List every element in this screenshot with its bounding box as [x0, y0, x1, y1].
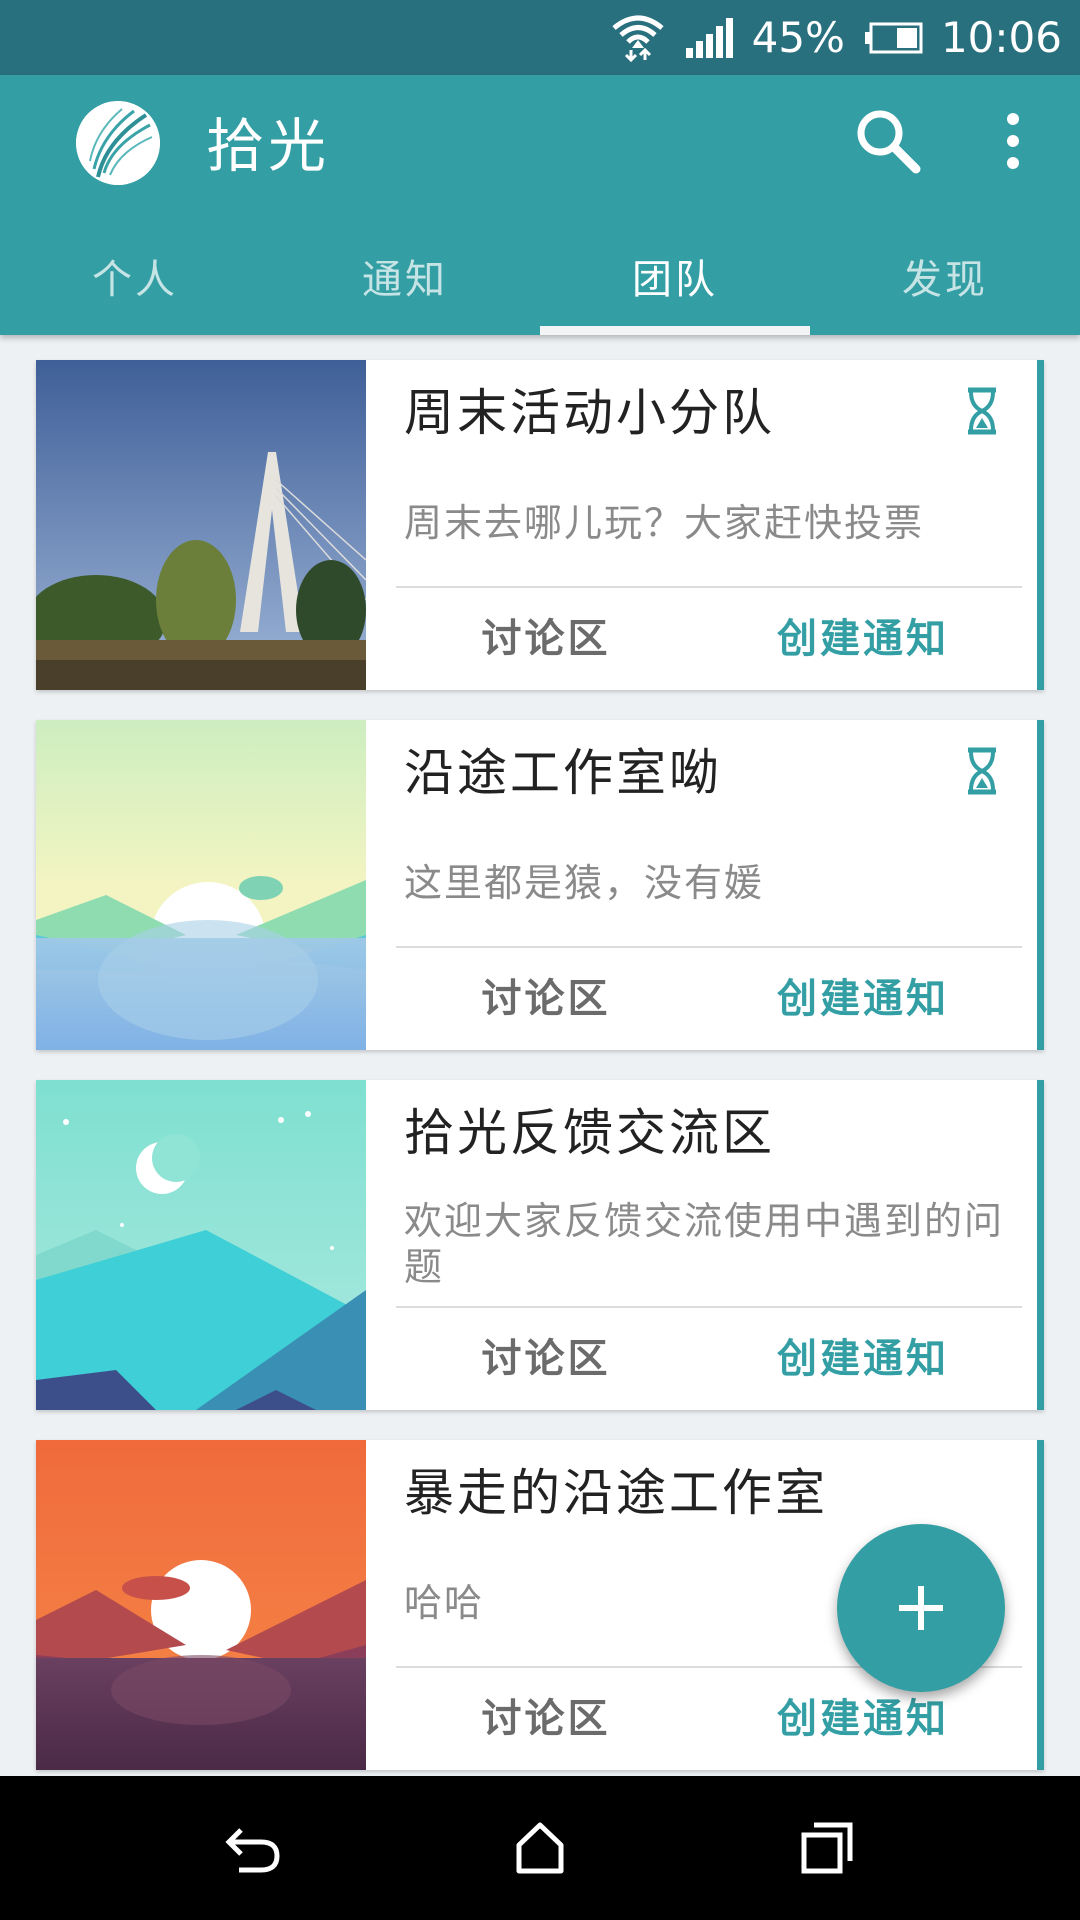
discussion-button[interactable]: 讨论区: [456, 596, 636, 682]
clock: 10:06: [940, 13, 1062, 62]
discussion-button[interactable]: 讨论区: [456, 956, 636, 1042]
more-vert-icon[interactable]: [990, 105, 1036, 177]
discussion-button[interactable]: 讨论区: [456, 1676, 636, 1762]
search-icon[interactable]: [852, 105, 924, 177]
card-accent-bar: [1037, 720, 1044, 1050]
create-notification-button[interactable]: 创建通知: [758, 956, 968, 1042]
team-description: 这里都是猿，没有媛: [404, 861, 765, 905]
signal-icon: [684, 17, 734, 58]
create-notification-button[interactable]: 创建通知: [758, 596, 968, 682]
team-image-sunset: [36, 1440, 366, 1770]
hourglass-icon: [962, 386, 1002, 436]
team-card[interactable]: 周末活动小分队 周末去哪儿玩？大家赶快投票 讨论区 创建通知: [36, 360, 1044, 690]
recents-icon[interactable]: [782, 1803, 872, 1893]
team-image-moon: [36, 1080, 366, 1410]
team-card-body: 沿途工作室呦 这里都是猿，没有媛 讨论区 创建通知: [366, 720, 1044, 1050]
team-title: 拾光反馈交流区: [404, 1104, 775, 1162]
add-icon: [899, 1586, 943, 1630]
tab-bar: 个人 通知 团队 发现: [0, 245, 1080, 335]
team-description: 周末去哪儿玩？大家赶快投票: [404, 501, 925, 545]
tab-team[interactable]: 团队: [540, 245, 810, 335]
discussion-button[interactable]: 讨论区: [456, 1316, 636, 1402]
battery-percent: 45%: [751, 13, 845, 62]
system-nav-bar: [0, 1776, 1080, 1920]
home-icon[interactable]: [495, 1803, 585, 1893]
card-accent-bar: [1037, 360, 1044, 690]
tab-personal[interactable]: 个人: [0, 245, 270, 335]
team-description: 欢迎大家反馈交流使用中遇到的问题: [404, 1199, 1005, 1289]
add-team-button[interactable]: [837, 1524, 1005, 1692]
divider: [396, 586, 1022, 588]
tab-notifications[interactable]: 通知: [270, 245, 540, 335]
team-card[interactable]: 沿途工作室呦 这里都是猿，没有媛 讨论区 创建通知: [36, 720, 1044, 1050]
team-card-body: 拾光反馈交流区 欢迎大家反馈交流使用中遇到的问题 讨论区 创建通知: [366, 1080, 1044, 1410]
app-bar: 拾光 个人 通知 团队 发现: [0, 75, 1080, 335]
card-accent-bar: [1037, 1440, 1044, 1770]
tab-discover[interactable]: 发现: [810, 245, 1080, 335]
team-title: 暴走的沿途工作室: [404, 1464, 828, 1522]
status-bar: 45% 10:06: [0, 0, 1080, 75]
card-accent-bar: [1037, 1080, 1044, 1410]
battery-icon: [863, 22, 923, 54]
team-title: 周末活动小分队: [404, 384, 775, 442]
back-icon[interactable]: [208, 1803, 298, 1893]
team-card[interactable]: 拾光反馈交流区 欢迎大家反馈交流使用中遇到的问题 讨论区 创建通知: [36, 1080, 1044, 1410]
create-notification-button[interactable]: 创建通知: [758, 1316, 968, 1402]
team-image-bridge: [36, 360, 366, 690]
team-image-sunrise: [36, 720, 366, 1050]
team-title: 沿途工作室呦: [404, 744, 722, 802]
wifi-icon: [610, 14, 666, 62]
team-card-body: 周末活动小分队 周末去哪儿玩？大家赶快投票 讨论区 创建通知: [366, 360, 1044, 690]
app-logo[interactable]: [76, 101, 160, 185]
hourglass-icon: [962, 746, 1002, 796]
divider: [396, 1306, 1022, 1308]
divider: [396, 946, 1022, 948]
app-title: 拾光: [206, 112, 331, 180]
